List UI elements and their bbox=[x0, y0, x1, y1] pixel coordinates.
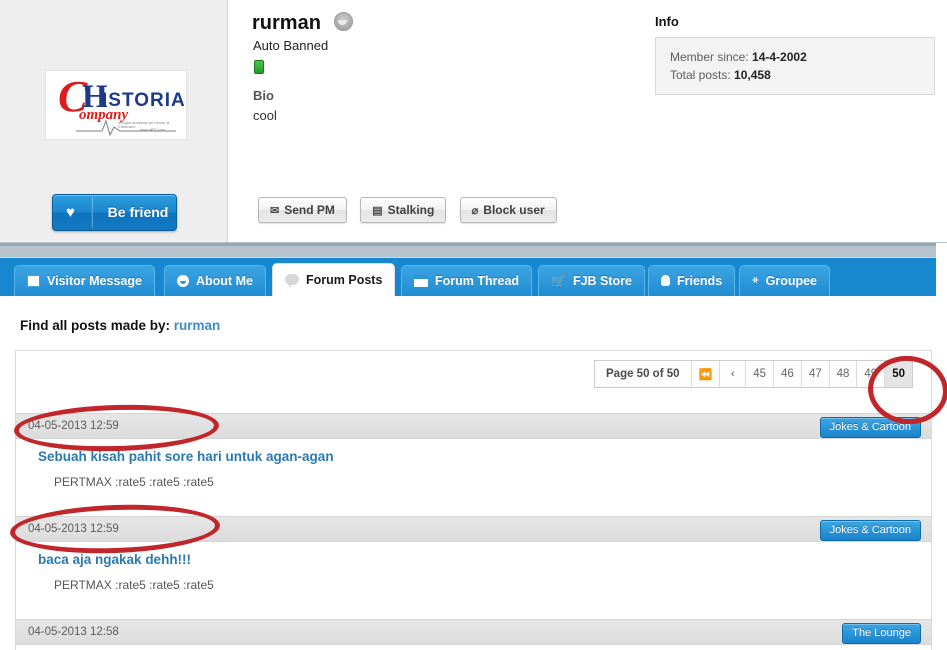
group-icon: ⚹ bbox=[752, 274, 759, 287]
tab-friends-label: Friends bbox=[677, 274, 723, 288]
page-46-button[interactable]: 46 bbox=[774, 361, 802, 387]
post-title-link[interactable]: baca aja ngakak dehh!!! bbox=[38, 552, 191, 567]
pagination: Page 50 of 50 ⏪ ‹ 45 46 47 48 49 50 bbox=[594, 360, 913, 388]
block-user-button[interactable]: ⌀ Block user bbox=[459, 197, 557, 223]
cart-icon: 🛒 bbox=[551, 273, 566, 288]
forum-posts-panel: Find all posts made by: rurman Page 50 o… bbox=[0, 296, 947, 650]
banned-avatar-icon bbox=[334, 12, 354, 31]
tab-groupee[interactable]: ⚹ Groupee bbox=[739, 265, 831, 297]
stalking-button[interactable]: ▤ Stalking bbox=[360, 197, 447, 223]
username: rurman bbox=[252, 12, 321, 34]
page-info: Page 50 of 50 bbox=[595, 361, 692, 387]
online-status-chip bbox=[254, 60, 264, 74]
post-header: 04-05-2013 12:59 Jokes & Cartoon bbox=[16, 516, 931, 542]
total-posts-value: 10,458 bbox=[734, 68, 771, 82]
info-section: Info Member since: 14-4-2002 Total posts… bbox=[655, 14, 935, 95]
bio-text: cool bbox=[253, 108, 277, 123]
member-since-label: Member since: bbox=[670, 50, 749, 64]
envelope-icon: ✉ bbox=[270, 205, 280, 217]
user-title: Auto Banned bbox=[253, 38, 329, 53]
send-pm-label: Send PM bbox=[284, 203, 335, 217]
first-page-button[interactable]: ⏪ bbox=[692, 361, 721, 387]
tab-fjb-store[interactable]: 🛒 FJB Store bbox=[538, 265, 645, 297]
tab-forum-thread[interactable]: Forum Thread bbox=[401, 265, 533, 297]
page-49-button[interactable]: 49 bbox=[857, 361, 886, 387]
tab-forum-posts-label: Forum Posts bbox=[306, 273, 383, 287]
historia-company-logo: C H ISTORIA ompany dengan suasana jar ne… bbox=[46, 71, 186, 139]
avatar: C H ISTORIA ompany dengan suasana jar ne… bbox=[45, 70, 187, 140]
tab-visitor-message[interactable]: Visitor Message bbox=[14, 265, 155, 297]
send-pm-button[interactable]: ✉ Send PM bbox=[258, 197, 347, 223]
post-date: 04-05-2013 12:58 bbox=[28, 626, 119, 638]
calendar-icon bbox=[414, 274, 428, 287]
posts-card: Page 50 of 50 ⏪ ‹ 45 46 47 48 49 50 04-0… bbox=[15, 350, 932, 650]
post-body: Sebuah kisah pahit sore hari untuk agan-… bbox=[16, 439, 931, 505]
find-all-label: Find all posts made by: bbox=[20, 318, 171, 333]
heart-icon: ♥ bbox=[66, 204, 75, 221]
pagination-row: Page 50 of 50 ⏪ ‹ 45 46 47 48 49 50 bbox=[16, 351, 931, 397]
post-title-link[interactable]: Sebuah kisah pahit sore hari untuk agan-… bbox=[38, 449, 334, 464]
tab-friends[interactable]: Friends bbox=[648, 265, 736, 297]
profile-action-buttons: ✉ Send PM ▤ Stalking ⌀ Block user bbox=[258, 197, 567, 223]
forum-badge-link[interactable]: Jokes & Cartoon bbox=[819, 417, 921, 438]
post-snippet: PERTMAX :rate5 :rate5 :rate5 bbox=[54, 578, 214, 592]
info-box: Member since: 14-4-2002 Total posts: 10,… bbox=[655, 37, 935, 95]
post-snippet: PERTMAX :rate5 :rate5 :rate5 bbox=[54, 475, 214, 489]
block-user-label: Block user bbox=[483, 203, 545, 217]
post-date: 04-05-2013 12:59 bbox=[28, 523, 119, 535]
stalking-label: Stalking bbox=[387, 203, 435, 217]
post-body: baca aja ngakak dehh!!! PERTMAX :rate5 :… bbox=[16, 542, 931, 608]
tab-about-me[interactable]: About Me bbox=[164, 265, 266, 297]
post-header: 04-05-2013 12:59 Jokes & Cartoon bbox=[16, 413, 931, 439]
block-icon: ⌀ bbox=[471, 205, 479, 217]
section-separator bbox=[0, 243, 947, 257]
prev-page-button[interactable]: ‹ bbox=[720, 361, 747, 387]
tab-groupee-label: Groupee bbox=[765, 274, 818, 288]
member-since-line: Member since: 14-4-2002 bbox=[670, 48, 920, 66]
total-posts-line: Total posts: 10,458 bbox=[670, 66, 920, 84]
username-row: rurman bbox=[252, 12, 354, 35]
profile-tab-bar: Visitor Message About Me Forum Posts For… bbox=[0, 257, 936, 297]
be-friend-button[interactable]: ♥ Be friend bbox=[52, 194, 177, 231]
document-icon bbox=[27, 274, 40, 287]
post-date: 04-05-2013 12:59 bbox=[28, 420, 119, 432]
page-45-button[interactable]: 45 bbox=[746, 361, 775, 387]
person-icon bbox=[177, 274, 189, 287]
find-all-username-link[interactable]: rurman bbox=[174, 318, 221, 333]
member-since-value: 14-4-2002 bbox=[752, 50, 807, 64]
be-friend-label: Be friend bbox=[107, 204, 169, 220]
ecg-line-icon bbox=[76, 119, 176, 137]
button-divider bbox=[91, 197, 93, 228]
speech-bubble-icon bbox=[285, 274, 299, 289]
bookmark-icon: ▤ bbox=[372, 205, 383, 217]
tab-visitor-message-label: Visitor Message bbox=[47, 274, 142, 288]
bulb-icon bbox=[661, 275, 670, 287]
tab-about-me-label: About Me bbox=[196, 274, 253, 288]
forum-badge-link[interactable]: Jokes & Cartoon bbox=[819, 520, 921, 541]
profile-panel: C H ISTORIA ompany dengan suasana jar ne… bbox=[0, 0, 947, 243]
profile-sidebar: C H ISTORIA ompany dengan suasana jar ne… bbox=[0, 0, 228, 242]
forum-badge-link[interactable]: The Lounge bbox=[842, 623, 921, 644]
bio-label: Bio bbox=[253, 88, 274, 103]
page-50-button[interactable]: 50 bbox=[885, 361, 912, 387]
page-48-button[interactable]: 48 bbox=[830, 361, 858, 387]
tab-fjb-store-label: FJB Store bbox=[572, 274, 632, 288]
tab-forum-posts[interactable]: Forum Posts bbox=[272, 263, 396, 297]
total-posts-label: Total posts: bbox=[670, 68, 731, 82]
tab-forum-thread-label: Forum Thread bbox=[435, 274, 520, 288]
info-title: Info bbox=[655, 14, 679, 29]
post-header: 04-05-2013 12:58 The Lounge bbox=[16, 619, 931, 645]
find-all-posts-heading: Find all posts made by: rurman bbox=[20, 318, 220, 333]
page-47-button[interactable]: 47 bbox=[802, 361, 830, 387]
